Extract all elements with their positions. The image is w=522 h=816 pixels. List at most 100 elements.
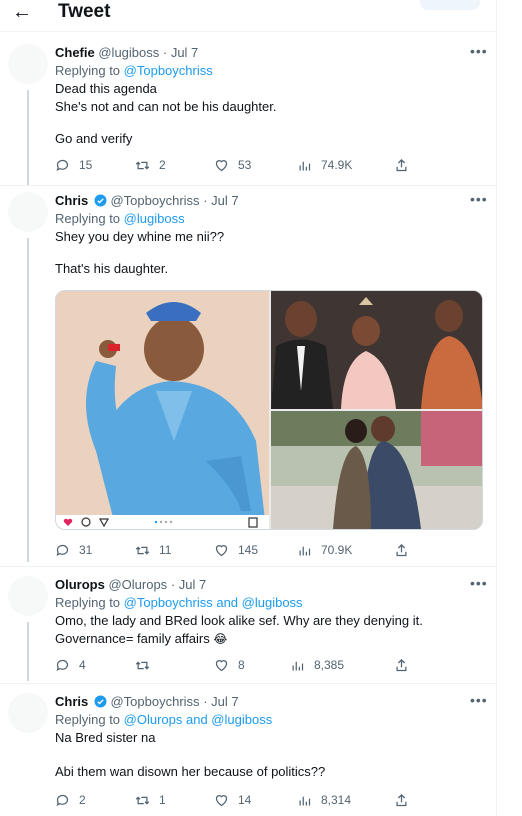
tweet-text-line: Go and verify (55, 131, 133, 146)
author-name[interactable]: Chris (55, 694, 88, 709)
like-count: 145 (238, 543, 259, 557)
media-photo-1[interactable] (56, 291, 269, 529)
reply-icon (56, 659, 69, 671)
tweet-date[interactable]: · Jul 7 (203, 193, 238, 208)
reply-icon (56, 159, 69, 171)
like-count: 8 (238, 658, 245, 672)
tweet-date[interactable]: · Jul 7 (163, 45, 198, 60)
author-handle[interactable]: @Topboychriss (110, 193, 199, 208)
like-icon (215, 544, 228, 556)
retweet-count: 1 (159, 793, 166, 807)
page-title: Tweet (58, 1, 111, 22)
ig-icons-strip (63, 517, 258, 528)
share-icon (396, 658, 407, 671)
tweet-text-line: Abi them wan disown her because of polit… (55, 764, 326, 779)
author-name[interactable]: Olurops (55, 577, 105, 592)
retweet-count: 11 (159, 543, 172, 557)
replying-to-link[interactable]: @Topboychriss and @lugiboss (124, 595, 303, 610)
reply-count: 2 (79, 793, 86, 807)
laughing-emoji-icon: 😂 (213, 632, 228, 646)
share-action[interactable] (394, 656, 418, 674)
share-action[interactable] (394, 791, 418, 809)
replying-to-link[interactable]: @Olurops and @lugiboss (124, 712, 273, 727)
replying-prefix: Replying to (55, 712, 121, 727)
share-icon (396, 793, 407, 806)
like-action[interactable]: 14 (214, 791, 251, 809)
like-action[interactable]: 145 (214, 541, 258, 559)
tweet-header: Olurops @Olurops · Jul 7 (55, 576, 206, 594)
like-action[interactable]: 53 (214, 156, 251, 174)
replying-to-link[interactable]: @lugiboss (124, 211, 185, 226)
tweet-text-line: Shey you dey whine me nii?? (55, 229, 225, 244)
media-photo-2[interactable] (271, 291, 482, 409)
retweet-action[interactable]: 1 (135, 791, 166, 809)
reply-count: 15 (79, 158, 93, 172)
couple-photo-image (271, 411, 482, 529)
tweet-divider (0, 566, 497, 567)
author-handle[interactable]: @Topboychriss (110, 694, 199, 709)
more-options-button[interactable]: ••• (470, 693, 488, 707)
like-icon (215, 159, 228, 171)
replying-to: Replying to @Topboychriss (55, 62, 213, 80)
views-action[interactable]: 74.9K (297, 156, 352, 174)
view-count: 8,385 (314, 658, 345, 672)
more-options-button[interactable]: ••• (470, 576, 488, 590)
author-name[interactable]: Chris (55, 193, 88, 208)
reply-count: 4 (79, 658, 86, 672)
views-icon (299, 796, 311, 805)
tweet-text-line: Dead this agenda (55, 81, 157, 96)
media-caption-bar (56, 515, 269, 529)
avatar[interactable] (8, 693, 48, 733)
like-icon (215, 794, 228, 806)
tweet-header: Chris @Topboychriss · Jul 7 (55, 192, 239, 210)
tweet-header: Chris @Topboychriss · Jul 7 (55, 693, 239, 711)
tweet-reply-1[interactable]: Chefie @lugiboss · Jul 7 ••• Replying to… (0, 44, 497, 186)
retweet-action[interactable]: 11 (135, 541, 171, 559)
retweet-action[interactable]: 2 (135, 156, 166, 174)
header-divider (0, 31, 497, 32)
more-options-button[interactable]: ••• (470, 192, 488, 206)
verified-badge-icon (94, 194, 107, 207)
verified-badge-icon (94, 695, 107, 708)
share-icon (396, 543, 407, 556)
retweet-count: 2 (159, 158, 166, 172)
tweet-header: Chefie @lugiboss · Jul 7 (55, 44, 198, 62)
tweet-date[interactable]: · Jul 7 (203, 694, 238, 709)
reply-icon (56, 794, 69, 806)
reply-action[interactable]: 15 (55, 156, 92, 174)
avatar[interactable] (8, 576, 48, 616)
avatar[interactable] (8, 44, 48, 84)
author-name[interactable]: Chefie (55, 45, 95, 60)
like-action[interactable]: 8 (214, 656, 245, 674)
tweet-media-grid[interactable] (55, 290, 483, 530)
share-icon (396, 158, 407, 171)
avatar[interactable] (8, 192, 48, 232)
author-handle[interactable]: @lugiboss (98, 45, 159, 60)
like-icon (215, 659, 228, 671)
page-header: ← Tweet (0, 0, 497, 30)
like-count: 14 (238, 793, 252, 807)
tweet-date[interactable]: · Jul 7 (171, 577, 206, 592)
replying-to: Replying to @Olurops and @lugiboss (55, 711, 272, 729)
tweet-reply-4[interactable]: Chris @Topboychriss · Jul 7 ••• Replying… (0, 693, 497, 816)
view-count: 8,314 (321, 793, 352, 807)
reply-action[interactable]: 31 (55, 541, 92, 559)
tweet-thread-page: ← Tweet Chefie @lugiboss · Jul 7 ••• Rep… (0, 0, 497, 816)
reply-action[interactable]: 2 (55, 791, 86, 809)
author-handle[interactable]: @Olurops (108, 577, 167, 592)
share-action[interactable] (394, 156, 418, 174)
media-photo-3[interactable] (271, 411, 482, 529)
share-action[interactable] (394, 541, 418, 559)
tweet-reply-3[interactable]: Olurops @Olurops · Jul 7 ••• Replying to… (0, 576, 497, 681)
replying-to: Replying to @Topboychriss and @lugiboss (55, 594, 303, 612)
tweet-text-line: Governance= family affairs 😂 (55, 630, 227, 648)
replying-to-link[interactable]: @Topboychriss (124, 63, 213, 78)
tweet-actions: 15 2 53 74.9K (0, 156, 497, 174)
views-action[interactable]: 8,314 (297, 791, 351, 809)
views-action[interactable]: 70.9K (297, 541, 352, 559)
views-action[interactable]: 8,385 (290, 656, 344, 674)
retweet-action[interactable] (135, 656, 159, 674)
reply-action[interactable]: 4 (55, 656, 86, 674)
more-options-button[interactable]: ••• (470, 44, 488, 58)
back-arrow-icon[interactable]: ← (12, 1, 32, 23)
